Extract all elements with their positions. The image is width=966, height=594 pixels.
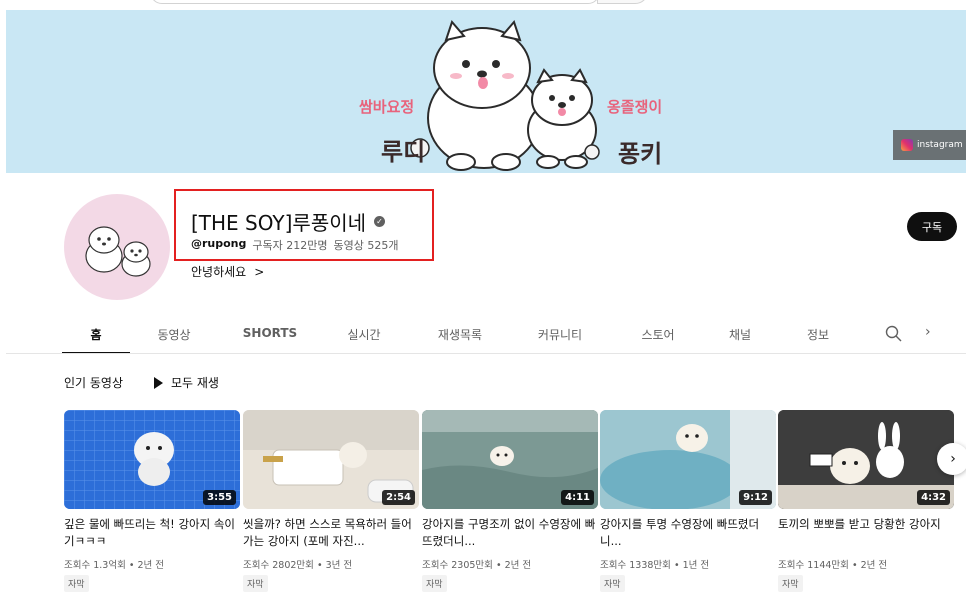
top-bar — [0, 0, 966, 10]
meta-separator: • — [316, 560, 323, 571]
video-card[interactable]: 9:12 강아지를 투명 수영장에 빠뜨렸더니... 조회수 1338만회 • … — [600, 410, 776, 592]
video-age: 3년 전 — [325, 560, 353, 571]
tab-live[interactable]: 실시간 — [330, 318, 398, 354]
video-thumbnail[interactable]: 4:32 — [778, 410, 954, 509]
meta-separator: • — [495, 560, 502, 571]
caption-badge: 자막 — [600, 575, 625, 592]
tab-channels[interactable]: 채널 — [706, 318, 774, 354]
video-thumbnail[interactable]: 3:55 — [64, 410, 240, 509]
banner-illustration — [410, 20, 600, 171]
tabs-chevron-right-icon[interactable]: › — [925, 324, 941, 344]
caption-badge: 자막 — [64, 575, 89, 592]
video-age: 2년 전 — [504, 560, 532, 571]
video-thumbnail[interactable]: 2:54 — [243, 410, 419, 509]
video-title[interactable]: 깊은 물에 빠뜨리는 척! 강아지 속이기ㅋㅋㅋ — [64, 516, 240, 550]
video-views: 조회수 2802만회 — [243, 560, 314, 571]
search-icon[interactable] — [884, 324, 904, 344]
search-box[interactable] — [150, 0, 600, 4]
video-views: 조회수 1338만회 — [600, 560, 671, 571]
video-card[interactable]: 4:11 강아지를 구명조끼 없이 수영장에 빠뜨렸더니... 조회수 2305… — [422, 410, 598, 592]
video-duration: 2:54 — [382, 490, 415, 505]
video-title[interactable]: 강아지를 구명조끼 없이 수영장에 빠뜨렸더니... — [422, 516, 598, 550]
subscribe-button[interactable]: 구독 — [907, 212, 957, 241]
video-duration: 9:12 — [739, 490, 772, 505]
banner-subtitle-left: 쌈바요정 — [359, 98, 415, 116]
caption-badge: 자막 — [778, 575, 803, 592]
meta-separator: • — [851, 560, 858, 571]
channel-description[interactable]: 안녕하세요 > — [191, 263, 264, 280]
channel-avatar[interactable] — [64, 194, 170, 300]
channel-handle: @rupong — [191, 237, 247, 250]
tab-community[interactable]: 커뮤니티 — [526, 318, 594, 354]
tab-shorts[interactable]: SHORTS — [236, 318, 304, 354]
caption-badge: 자막 — [422, 575, 447, 592]
play-all-button[interactable]: 모두 재생 — [154, 374, 219, 391]
channel-meta: @rupong 구독자 212만명 동영상 525개 — [191, 237, 398, 253]
subscriber-count: 구독자 212만명 — [252, 239, 328, 252]
chevron-right-icon: > — [254, 264, 265, 279]
meta-separator: • — [673, 560, 680, 571]
carousel-next-button[interactable]: › — [937, 443, 966, 475]
tab-home[interactable]: 홈 — [62, 318, 130, 354]
video-age: 2년 전 — [137, 560, 165, 571]
verified-icon: ✓ — [374, 216, 386, 227]
video-title[interactable]: 토끼의 뽀뽀를 받고 당황한 강아지 — [778, 516, 954, 550]
video-duration: 3:55 — [203, 490, 236, 505]
video-views: 조회수 1144만회 — [778, 560, 849, 571]
banner-name-right: 퐁키 — [618, 140, 663, 168]
video-views: 조회수 1.3억회 — [64, 560, 126, 571]
video-duration: 4:32 — [917, 490, 950, 505]
channel-title: [THE SOY]루퐁이네 ✓ — [191, 207, 386, 236]
tab-store[interactable]: 스토어 — [624, 318, 692, 354]
instagram-link[interactable]: instagram — [893, 130, 966, 160]
channel-banner: 쌈바요정 루디 옹졸쟁이 퐁키 instagram — [6, 10, 966, 173]
video-card[interactable]: 3:55 깊은 물에 빠뜨리는 척! 강아지 속이기ㅋㅋㅋ 조회수 1.3억회 … — [64, 410, 240, 592]
channel-name: [THE SOY]루퐁이네 — [191, 211, 367, 235]
video-views: 조회수 2305만회 — [422, 560, 493, 571]
tab-about[interactable]: 정보 — [784, 318, 852, 354]
video-card[interactable]: 4:32 토끼의 뽀뽀를 받고 당황한 강아지 조회수 1144만회 • 2년 … — [778, 410, 954, 592]
search-button[interactable] — [597, 0, 649, 4]
instagram-label: instagram — [917, 140, 963, 150]
video-meta: 조회수 1338만회 • 1년 전 — [600, 557, 776, 571]
tab-videos[interactable]: 동영상 — [140, 318, 208, 354]
channel-tabs: 홈 동영상 SHORTS 실시간 재생목록 커뮤니티 스토어 채널 정보 — [62, 318, 966, 354]
meta-separator: • — [128, 560, 135, 571]
video-meta: 조회수 2305만회 • 2년 전 — [422, 557, 598, 571]
video-title[interactable]: 씻을까? 하면 스스로 목욕하러 들어가는 강아지 (포메 자진... — [243, 516, 419, 550]
video-thumbnail[interactable]: 4:11 — [422, 410, 598, 509]
video-meta: 조회수 2802만회 • 3년 전 — [243, 557, 419, 571]
video-age: 1년 전 — [682, 560, 710, 571]
video-meta: 조회수 1144만회 • 2년 전 — [778, 557, 954, 571]
video-duration: 4:11 — [561, 490, 594, 505]
video-age: 2년 전 — [860, 560, 888, 571]
tabs-divider — [6, 353, 966, 354]
caption-badge: 자막 — [243, 575, 268, 592]
play-icon — [154, 376, 163, 389]
video-card[interactable]: 2:54 씻을까? 하면 스스로 목욕하러 들어가는 강아지 (포메 자진...… — [243, 410, 419, 592]
video-title[interactable]: 강아지를 투명 수영장에 빠뜨렸더니... — [600, 516, 776, 550]
banner-name-left: 루디 — [381, 138, 426, 166]
tab-playlists[interactable]: 재생목록 — [426, 318, 494, 354]
banner-subtitle-right: 옹졸쟁이 — [607, 98, 663, 116]
play-all-label: 모두 재생 — [171, 376, 219, 390]
avatar-illustration — [85, 226, 151, 277]
video-thumbnail[interactable]: 9:12 — [600, 410, 776, 509]
instagram-icon — [901, 139, 913, 151]
video-meta: 조회수 1.3억회 • 2년 전 — [64, 557, 240, 571]
section-title: 인기 동영상 — [64, 376, 124, 390]
description-text: 안녕하세요 — [191, 265, 247, 279]
video-count: 동영상 525개 — [333, 239, 399, 252]
